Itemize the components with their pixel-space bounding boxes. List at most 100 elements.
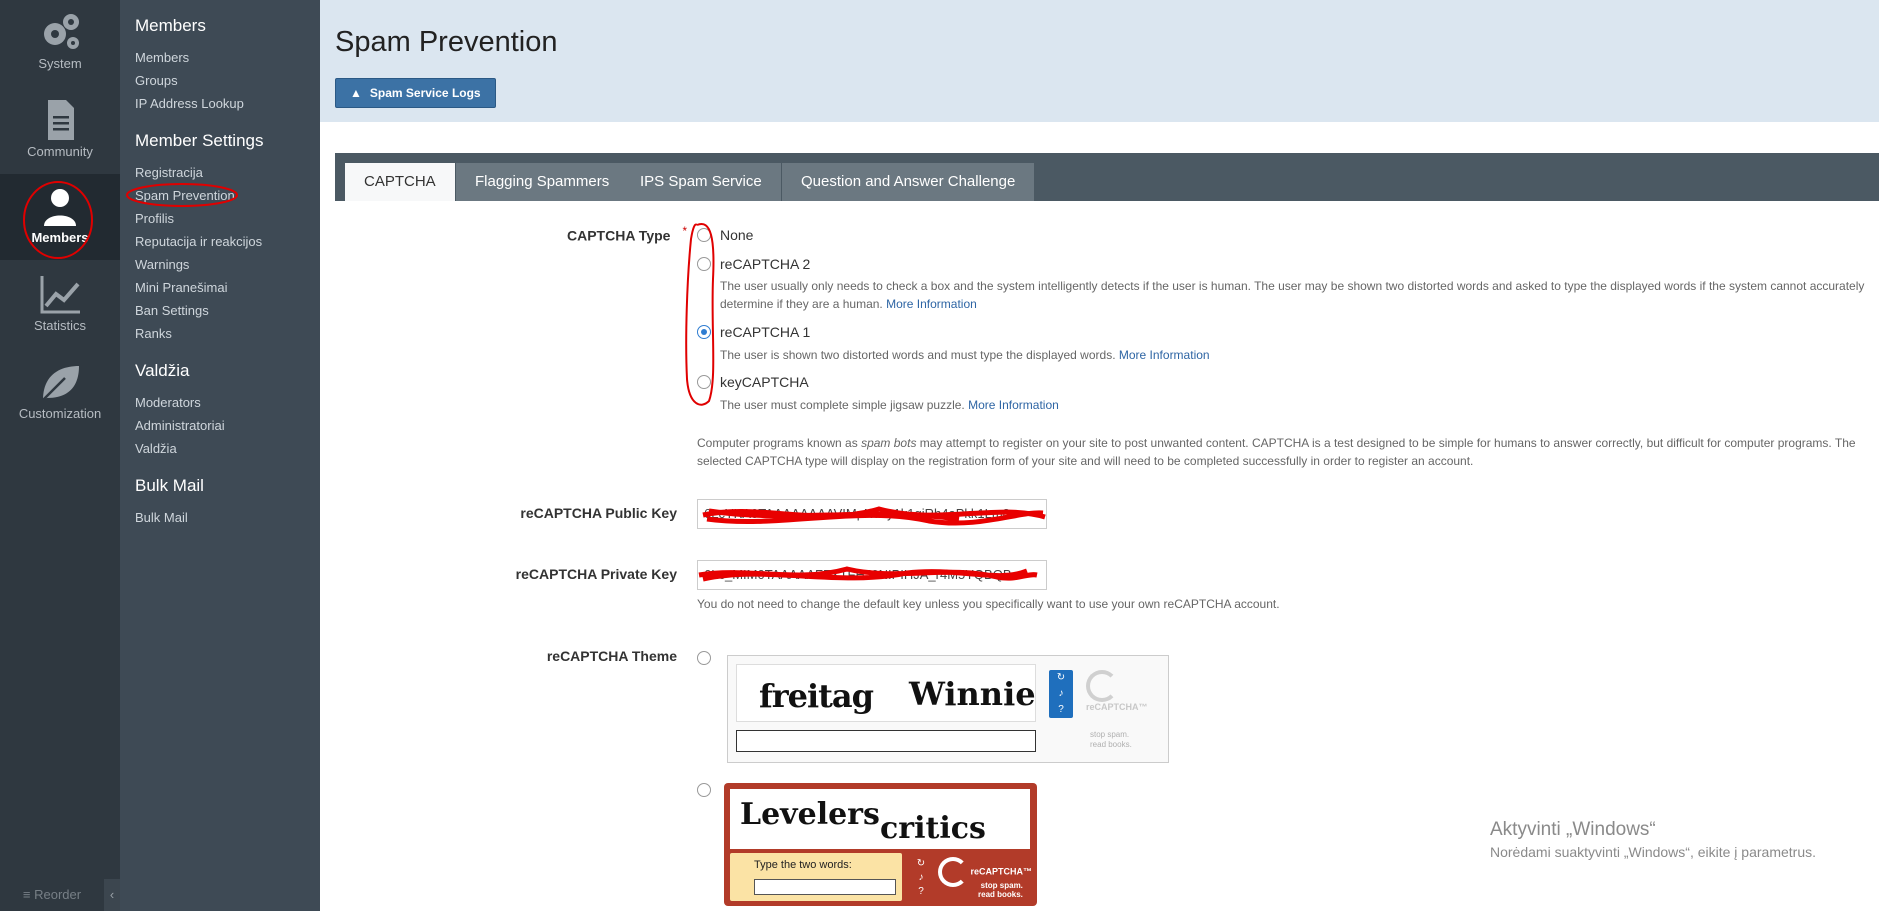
more-info-link[interactable]: More Information <box>968 398 1059 412</box>
captcha-explanation: Computer programs known as spam bots may… <box>697 434 1867 470</box>
nav-link-groups[interactable]: Groups <box>135 69 320 92</box>
captcha-preview-clean: freitag Winnie ↻ ♪ ? reCAPTCHA™ stop spa… <box>727 655 1169 763</box>
captcha-image: freitag Winnie <box>736 664 1036 722</box>
label-text: CAPTCHA Type <box>567 227 671 244</box>
rail-label: Statistics <box>33 318 86 333</box>
nav-link-ip-lookup[interactable]: IP Address Lookup <box>135 92 320 115</box>
nav-link-ranks[interactable]: Ranks <box>135 322 320 345</box>
captcha-word: Winnie <box>909 675 1036 713</box>
nav-link-bulk-mail[interactable]: Bulk Mail <box>135 506 320 529</box>
nav-link-members[interactable]: Members <box>135 46 320 69</box>
tab-bar: CAPTCHA Flagging Spammers IPS Spam Servi… <box>335 153 1879 201</box>
rail-item-customization[interactable]: Customization <box>0 350 120 436</box>
reorder-button[interactable]: ≡ Reorder <box>0 879 104 911</box>
rail-label: Community <box>27 144 93 159</box>
rail-label: Customization <box>18 406 102 421</box>
spam-service-logs-button[interactable]: ▲ Spam Service Logs <box>335 78 496 108</box>
public-key-field[interactable]: 6LcYKA0TAAAAAAAAVIMpN7cy1k1gjRh4aPkk1Lm8… <box>697 499 1047 529</box>
nav-link-valdzia[interactable]: Valdžia <box>135 437 320 460</box>
tagline-line: read books. <box>1090 740 1132 749</box>
captcha-answer-area: Type the two words: <box>730 853 902 901</box>
nav-group-valdzia: Valdžia Moderators Administratoriai Vald… <box>135 361 320 460</box>
windows-activation-subtitle: Norėdami suaktyvinti „Windows“, eikite į… <box>1490 844 1816 860</box>
nav-group-title: Members <box>135 16 206 35</box>
nav-link-reputacija[interactable]: Reputacija ir reakcijos <box>135 230 320 253</box>
description-text: The user is shown two distorted words an… <box>720 348 1116 362</box>
radio-theme-red[interactable] <box>697 783 711 797</box>
nav-link-administratoriai[interactable]: Administratoriai <box>135 414 320 437</box>
option-title: None <box>720 227 754 243</box>
tab-flagging-spammers[interactable]: Flagging Spammers <box>456 163 629 201</box>
option-title: reCAPTCHA 1 <box>720 324 811 340</box>
audio-icon[interactable]: ♪ <box>912 871 930 885</box>
radio-theme-clean[interactable] <box>697 651 711 665</box>
captcha-controls: ↻ ♪ ? <box>912 857 930 901</box>
private-key-label: reCAPTCHA Private Key <box>515 566 677 582</box>
recaptcha-tagline: stop spam. read books. <box>1090 730 1132 750</box>
tab-captcha[interactable]: CAPTCHA <box>345 163 455 201</box>
more-info-link[interactable]: More Information <box>886 297 977 311</box>
secondary-nav: Members Members Groups IP Address Lookup… <box>120 0 320 911</box>
radio-none[interactable] <box>697 228 711 242</box>
rail-item-statistics[interactable]: Statistics <box>0 262 120 348</box>
nav-link-moderators[interactable]: Moderators <box>135 391 320 414</box>
option-description: The user must complete simple jigsaw puz… <box>720 396 1870 414</box>
description-text: The user must complete simple jigsaw puz… <box>720 398 965 412</box>
audio-icon[interactable]: ♪ <box>1049 686 1073 702</box>
captcha-response-input[interactable] <box>754 879 896 895</box>
radio-keycaptcha[interactable] <box>697 375 711 389</box>
option-title: reCAPTCHA 2 <box>720 256 811 272</box>
nav-link-ban-settings[interactable]: Ban Settings <box>135 299 320 322</box>
nav-group-title: Member Settings <box>135 131 264 150</box>
captcha-image: Levelers critics <box>730 789 1030 849</box>
tagline-line: stop spam. <box>980 881 1023 890</box>
option-title: keyCAPTCHA <box>720 374 809 390</box>
help-icon[interactable]: ? <box>1049 702 1073 718</box>
help-icon[interactable]: ? <box>912 885 930 899</box>
refresh-icon[interactable]: ↻ <box>912 857 930 871</box>
leaf-icon <box>42 366 79 401</box>
rail-item-system[interactable]: System <box>0 0 120 86</box>
recaptcha-tagline: stop spam. read books. <box>978 881 1023 899</box>
nav-link-mini-pranesimai[interactable]: Mini Pranešimai <box>135 276 320 299</box>
rail-label: Members <box>31 230 89 245</box>
rail-item-community[interactable]: Community <box>0 88 120 174</box>
radio-recaptcha2[interactable] <box>697 257 711 271</box>
option-description: The user usually only needs to check a b… <box>720 277 1870 313</box>
recaptcha-logo: reCAPTCHA™ stop spam. read books. <box>938 857 1034 901</box>
nav-link-profilis[interactable]: Profilis <box>135 207 320 230</box>
nav-link-spam-prevention[interactable]: Spam Prevention <box>126 183 320 207</box>
warning-icon: ▲ <box>350 86 362 100</box>
nav-link-warnings[interactable]: Warnings <box>135 253 320 276</box>
collapse-button[interactable]: ‹ <box>104 879 120 911</box>
button-label: Spam Service Logs <box>369 86 481 100</box>
captcha-word: Levelers <box>740 797 880 832</box>
icon-rail: System Community Members Statistics Cust… <box>0 0 120 911</box>
required-mark: * <box>682 225 687 238</box>
private-key-field[interactable]: 6Lc_MIM0TAAAAAFFXTFHJ0NIPIHJA_r4M5YQBQB <box>697 560 1047 590</box>
tab-question-answer[interactable]: Question and Answer Challenge <box>782 163 1035 201</box>
captcha-word: freitag <box>759 677 874 715</box>
tab-ips-spam-service[interactable]: IPS Spam Service <box>621 163 781 201</box>
captcha-word: critics <box>880 811 986 846</box>
nav-group-title: Valdžia <box>135 361 190 380</box>
nav-group-member-settings: Member Settings Registracija Spam Preven… <box>126 131 320 345</box>
tagline-line: read books. <box>978 890 1023 899</box>
private-key-note: You do not need to change the default ke… <box>697 597 1280 611</box>
more-info-link[interactable]: More Information <box>1119 348 1210 362</box>
captcha-type-label: CAPTCHA Type * <box>567 225 687 244</box>
nav-link-registracija[interactable]: Registracija <box>135 161 320 184</box>
captcha-controls: ↻ ♪ ? <box>1049 670 1073 718</box>
page-header: Spam Prevention ▲ Spam Service Logs <box>320 0 1879 122</box>
explanation-emphasis: spam bots <box>861 436 917 450</box>
refresh-icon[interactable]: ↻ <box>1049 670 1073 686</box>
captcha-response-input[interactable] <box>736 730 1036 752</box>
radio-recaptcha1[interactable] <box>697 325 711 339</box>
recaptcha-logo: reCAPTCHA™ <box>1086 670 1156 712</box>
tagline-line: stop spam. <box>1090 730 1130 739</box>
chart-icon <box>40 276 80 314</box>
option-description: The user is shown two distorted words an… <box>720 346 1870 364</box>
rail-item-members[interactable]: Members <box>0 174 120 260</box>
explanation-text: Computer programs known as <box>697 436 862 450</box>
nav-group-title: Bulk Mail <box>135 476 204 495</box>
